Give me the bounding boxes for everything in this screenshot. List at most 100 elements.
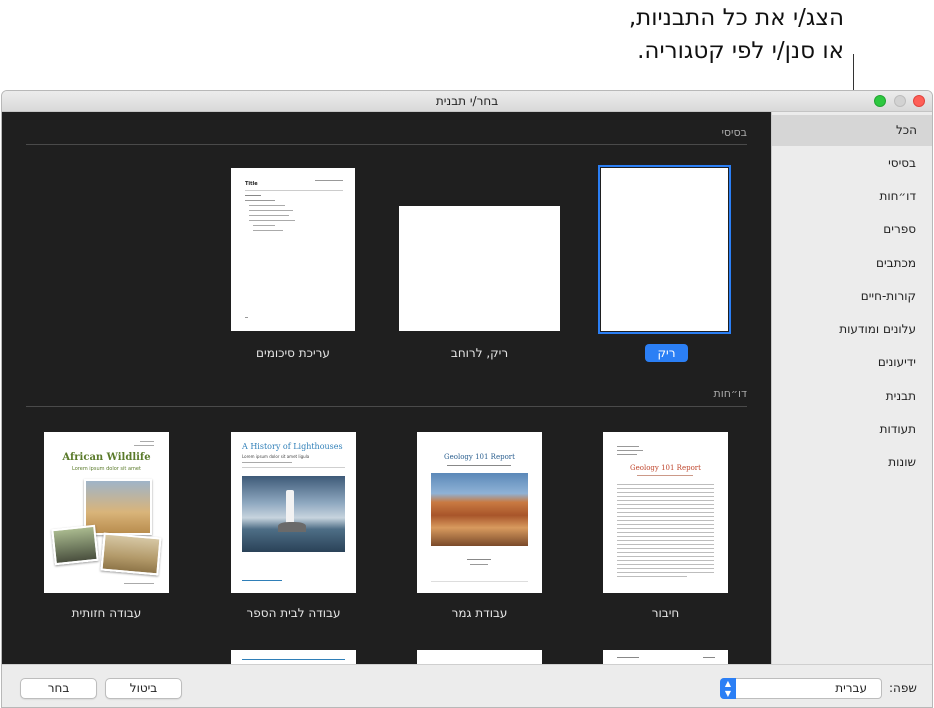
thumb-line <box>253 230 283 231</box>
callout-line-1: הצג/י את כל התבניות, <box>628 5 844 31</box>
thumb-date-line <box>242 462 292 463</box>
thumb-text-line <box>617 532 714 533</box>
thumb-line <box>617 446 639 447</box>
minimize-button[interactable] <box>894 95 906 107</box>
thumb-line <box>134 445 154 446</box>
thumb-title: Geology 101 Report <box>630 464 701 472</box>
thumb-rule <box>242 467 345 468</box>
thumb-line <box>617 454 637 455</box>
template-caption-essay: חיבור <box>651 606 680 620</box>
thumb-text-line <box>617 560 714 561</box>
sidebar-item-letters[interactable]: מכתבים <box>876 256 916 270</box>
sidebar-item-certificates[interactable]: תעודות <box>880 422 916 436</box>
template-thumb-visual-report[interactable]: African Wildlife Lorem ipsum dolor sit a… <box>44 432 169 593</box>
sidebar-item-miscellaneous[interactable]: שונות <box>888 455 916 469</box>
template-gallery[interactable]: בסיסי ריק ריק, לרוחב Title עריכת סיכומים… <box>2 112 771 664</box>
sidebar-item-resumes[interactable]: קורות-חיים <box>861 289 916 303</box>
sidebar-item-newsletters[interactable]: ידיעונים <box>878 355 916 369</box>
thumb-title: Title <box>245 181 258 187</box>
template-caption-school-report: עבודה לבית הספר <box>246 606 341 620</box>
thumb-text-line <box>617 512 714 513</box>
elephant-photo <box>51 524 99 566</box>
thumb-line <box>245 195 261 196</box>
thumb-text-line <box>617 540 714 541</box>
template-thumb-school-report[interactable]: A History of Lighthouses Lorem ipsum dol… <box>231 432 356 593</box>
thumb-text-line <box>617 544 714 545</box>
template-thumb-essay[interactable]: Geology 101 Report <box>603 432 728 593</box>
thumb-page-number <box>245 317 248 318</box>
thumb-text-line <box>617 504 714 505</box>
thumb-text-line <box>617 516 714 517</box>
template-chooser-window: בחר/י תבנית בסיסי ריק ריק, לרוחב Title ע… <box>1 90 933 708</box>
sidebar-item-stationery[interactable]: תבנית <box>886 389 916 403</box>
chevron-up-down-icon[interactable]: ▲ ▼ <box>720 678 736 699</box>
template-caption-visual-report: עבודה חזותית <box>71 606 142 620</box>
template-thumb-partial[interactable] <box>603 650 728 664</box>
thumb-text-line <box>617 556 714 557</box>
template-thumb-note-taking[interactable]: Title <box>231 168 355 331</box>
section-divider <box>26 144 747 145</box>
language-select[interactable]: עברית <box>720 678 882 699</box>
thumb-date-line <box>315 180 343 181</box>
thumb-line <box>617 657 639 658</box>
thumb-text-line <box>617 524 714 525</box>
meerkat-photo <box>100 532 162 576</box>
thumb-line <box>249 220 295 221</box>
thumb-line <box>617 450 643 451</box>
choose-button[interactable]: בחר <box>20 678 97 699</box>
thumb-text-line <box>617 520 714 521</box>
thumb-text-line <box>617 576 687 577</box>
thumb-line <box>249 205 285 206</box>
section-label-basic: בסיסי <box>721 126 747 139</box>
thumb-text-line <box>617 492 714 493</box>
thumb-line <box>245 200 275 201</box>
category-sidebar: הכל בסיסי דו״חות ספרים מכתבים קורות-חיים… <box>771 112 932 664</box>
thumb-text-line <box>617 572 714 573</box>
thumb-text-line <box>617 508 714 509</box>
template-caption-blank[interactable]: ריק <box>645 344 688 362</box>
thumb-text-line <box>617 552 714 553</box>
template-thumb-partial[interactable] <box>417 650 542 664</box>
zoom-button[interactable] <box>874 95 886 107</box>
sidebar-item-books[interactable]: ספרים <box>883 222 916 236</box>
sidebar-item-reports[interactable]: דו״חות <box>879 189 916 203</box>
thumb-line <box>249 210 293 211</box>
callout-line-2: או סנן/י לפי קטגוריה. <box>637 38 844 64</box>
thumb-footer-line <box>124 583 154 584</box>
language-label: שפה: <box>889 681 917 695</box>
canyon-photo <box>431 473 528 546</box>
section-divider <box>26 406 747 407</box>
template-thumb-blank-landscape[interactable] <box>399 206 560 331</box>
thumb-text-line <box>617 548 714 549</box>
lighthouse-tower <box>286 490 294 524</box>
thumb-title: African Wildlife <box>62 452 151 463</box>
sidebar-item-flyers[interactable]: עלונים ומודעות <box>839 322 916 336</box>
thumb-author-line <box>467 559 491 560</box>
thumb-subtitle-line <box>637 475 693 476</box>
template-thumb-partial[interactable] <box>231 650 356 664</box>
window-title: בחר/י תבנית <box>435 94 499 108</box>
thumb-text-line <box>617 488 714 489</box>
sidebar-item-basic[interactable]: בסיסי <box>888 156 916 170</box>
close-button[interactable] <box>913 95 925 107</box>
thumb-text-line <box>617 528 714 529</box>
thumb-text-line <box>617 536 714 537</box>
thumb-text-line <box>617 500 714 501</box>
template-caption-term-paper: עבודת גמר <box>451 606 508 620</box>
template-thumb-blank[interactable] <box>598 165 731 334</box>
thumb-rule <box>245 190 343 191</box>
thumb-date-line <box>470 564 488 565</box>
section-label-reports: דו״חות <box>713 387 747 400</box>
thumb-subtitle: Lorem ipsum dolor sit amet ligula <box>242 454 310 459</box>
sidebar-item-all[interactable]: הכל <box>772 115 932 146</box>
thumb-title: Geology 101 Report <box>444 453 515 461</box>
thumb-line <box>140 441 154 442</box>
thumb-subtitle: Lorem ipsum dolor sit amet <box>72 466 141 472</box>
thumb-title: A History of Lighthouses <box>242 442 343 451</box>
template-thumb-term-paper[interactable]: Geology 101 Report <box>417 432 542 593</box>
lighthouse-photo <box>242 476 345 552</box>
thumb-line <box>253 225 275 226</box>
cancel-button[interactable]: ביטול <box>105 678 182 699</box>
thumb-footer <box>431 581 528 582</box>
thumb-line <box>242 659 345 660</box>
